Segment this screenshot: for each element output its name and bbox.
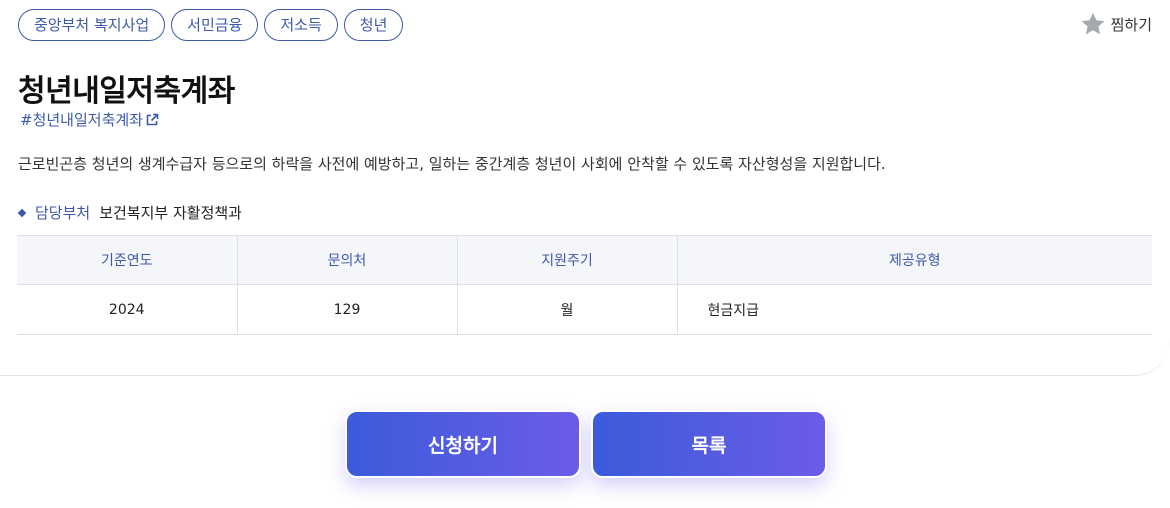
tag-youth[interactable]: 청년 [343,9,404,41]
tag-central-welfare[interactable]: 중앙부처 복지사업 [18,9,166,41]
table-header-row: 기준연도 문의처 지원주기 제공유형 [17,235,1152,285]
cell-provision-type: 현금지급 [677,284,1152,335]
external-link-icon [146,113,159,125]
header-support-cycle: 지원주기 [457,235,678,285]
service-description: 근로빈곤층 청년의 생계수급자 등으로의 하락을 사전에 예방하고, 일하는 중… [18,155,886,173]
service-info-table: 기준연도 문의처 지원주기 제공유형 2024 129 월 현금지급 [17,235,1152,335]
department-label: 담당부처 [35,204,91,222]
cell-base-year: 2024 [17,284,238,335]
service-detail-card: 중앙부처 복지사업 서민금융 저소득 청년 찜하기 청년내일저축계좌 #청년내일… [0,0,1170,376]
cell-contact: 129 [237,284,458,335]
star-icon [1081,12,1105,35]
page-title: 청년내일저축계좌 [18,74,235,109]
action-buttons: 신청하기 목록 [345,410,827,478]
category-tags: 중앙부처 복지사업 서민금융 저소득 청년 [18,9,404,41]
cell-support-cycle: 월 [457,284,678,335]
tag-low-income[interactable]: 저소득 [264,9,338,41]
table-row: 2024 129 월 현금지급 [17,284,1152,335]
hashtag-text: #청년내일저축계좌 [20,111,143,129]
bookmark-button[interactable]: 찜하기 [1079,10,1152,38]
department-row: 담당부처 보건복지부 자활정책과 [17,202,242,223]
bullet-icon [17,208,27,217]
department-value: 보건복지부 자활정책과 [99,204,242,222]
hashtag-link[interactable]: #청년내일저축계좌 [20,109,159,130]
apply-button[interactable]: 신청하기 [345,410,581,478]
bookmark-label: 찜하기 [1110,15,1152,34]
tag-low-income-finance[interactable]: 서민금융 [171,9,259,41]
header-base-year: 기준연도 [17,235,238,285]
list-button[interactable]: 목록 [591,410,827,478]
header-provision-type: 제공유형 [677,235,1152,285]
header-contact: 문의처 [237,235,458,285]
